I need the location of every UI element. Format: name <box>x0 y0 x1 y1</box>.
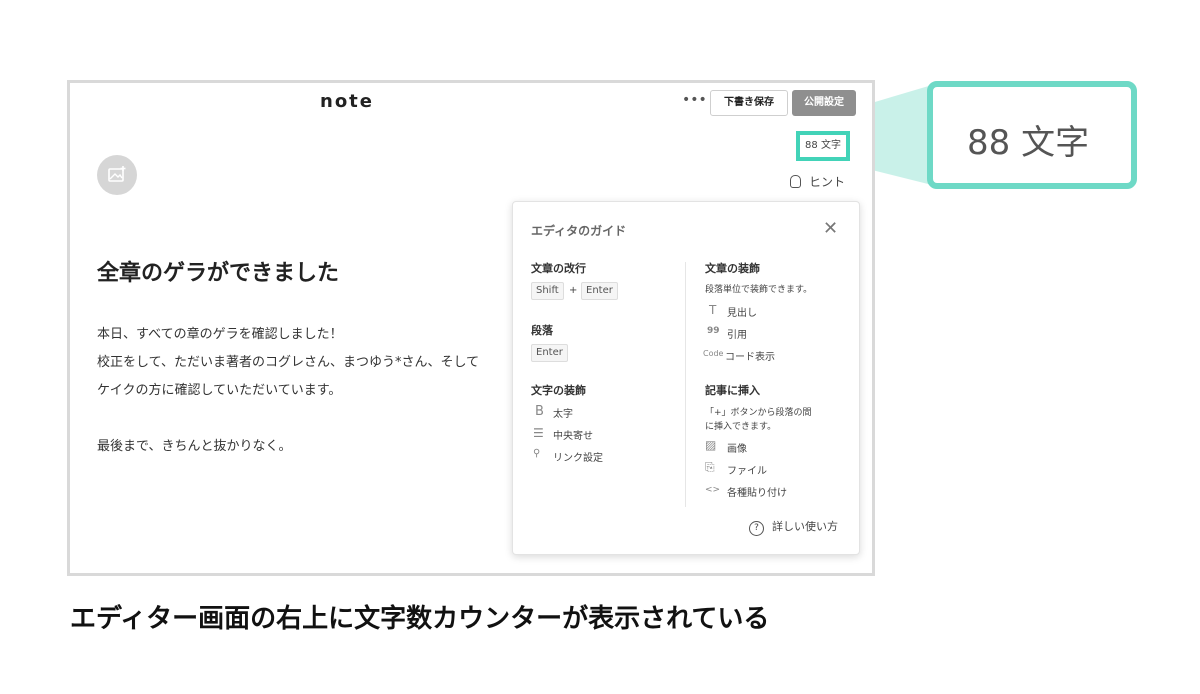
code-icon: Code <box>703 349 724 358</box>
align-center-icon: ☰ <box>533 426 544 440</box>
file-icon: ⎘ <box>705 460 715 474</box>
character-counter: 88 文字 <box>796 131 850 161</box>
help-icon: ? <box>749 521 764 536</box>
image-add-icon <box>108 166 126 182</box>
insert-heading: 記事に挿入 <box>705 384 760 397</box>
text-decoration-desc: 段落単位で装飾できます。 <box>705 285 813 295</box>
bold-label: 太字 <box>553 409 573 420</box>
embed-icon: <> <box>705 485 721 495</box>
zoomed-counter-callout: 88 文字 <box>927 81 1137 189</box>
link-icon: ⚲ <box>533 448 541 459</box>
article-title[interactable]: 全章のゲラができました <box>97 255 339 287</box>
bold-icon: B <box>535 404 544 419</box>
body-line: ケイクの方に確認していただいています。 <box>97 383 342 398</box>
editor-guide-panel: エディタのガイド ✕ 文章の改行 Shift + Enter 段落 Enter … <box>512 201 860 555</box>
detailed-usage-link[interactable]: ? 詳しい使い方 <box>749 518 838 536</box>
help-label: 詳しい使い方 <box>772 520 838 533</box>
body-line: 校正をして、ただいま著者のコグレさん、まつゆう*さん、そして <box>97 355 480 370</box>
insert-desc: 「+」ボタンから段落の間 <box>705 408 812 418</box>
save-draft-button[interactable]: 下書き保存 <box>710 90 788 116</box>
shift-key: Shift <box>531 282 564 300</box>
note-logo: note <box>320 91 374 112</box>
guide-title: エディタのガイド <box>531 224 627 238</box>
editor-screenshot: note ••• 下書き保存 公開設定 88 文字 ヒント 全章のゲラができまし… <box>67 80 875 576</box>
quote-label: 引用 <box>727 330 747 341</box>
enter-key-paragraph: Enter <box>531 344 568 362</box>
heading-label: 見出し <box>727 308 757 319</box>
zoomed-counter-text: 88 文字 <box>967 123 1090 163</box>
guide-divider <box>685 262 686 507</box>
center-label: 中央寄せ <box>553 431 593 442</box>
lightbulb-icon <box>790 175 801 188</box>
plus-sign: + <box>569 285 578 296</box>
body-line: 最後まで、きちんと抜かりなく。 <box>97 439 292 454</box>
quote-icon: 99 <box>707 326 720 336</box>
publish-settings-button[interactable]: 公開設定 <box>792 90 856 116</box>
insert-desc: に挿入できます。 <box>705 422 777 432</box>
embed-label: 各種貼り付け <box>727 488 787 499</box>
article-body[interactable]: 本日、すべての章のゲラを確認しました！ 校正をして、ただいま著者のコグレさん、ま… <box>97 321 517 461</box>
hint-button[interactable]: ヒント <box>790 173 845 190</box>
decoration-heading: 文字の装飾 <box>531 384 586 397</box>
close-icon[interactable]: ✕ <box>823 218 838 239</box>
code-label: コード表示 <box>725 352 775 363</box>
hint-label: ヒント <box>809 175 846 189</box>
text-decoration-heading: 文章の装飾 <box>705 262 760 275</box>
image-label: 画像 <box>727 444 747 455</box>
add-image-button[interactable] <box>97 155 137 195</box>
enter-key: Enter <box>581 282 618 300</box>
link-label: リンク設定 <box>553 453 603 464</box>
more-options-button[interactable]: ••• <box>682 93 707 109</box>
body-line: 本日、すべての章のゲラを確認しました！ <box>97 327 343 342</box>
heading-icon: T <box>709 303 717 317</box>
caption: エディター画面の右上に文字数カウンターが表示されている <box>70 604 770 634</box>
file-label: ファイル <box>727 466 767 477</box>
image-icon: ▨ <box>705 438 717 452</box>
linebreak-heading: 文章の改行 <box>531 262 586 275</box>
paragraph-heading: 段落 <box>531 324 553 337</box>
